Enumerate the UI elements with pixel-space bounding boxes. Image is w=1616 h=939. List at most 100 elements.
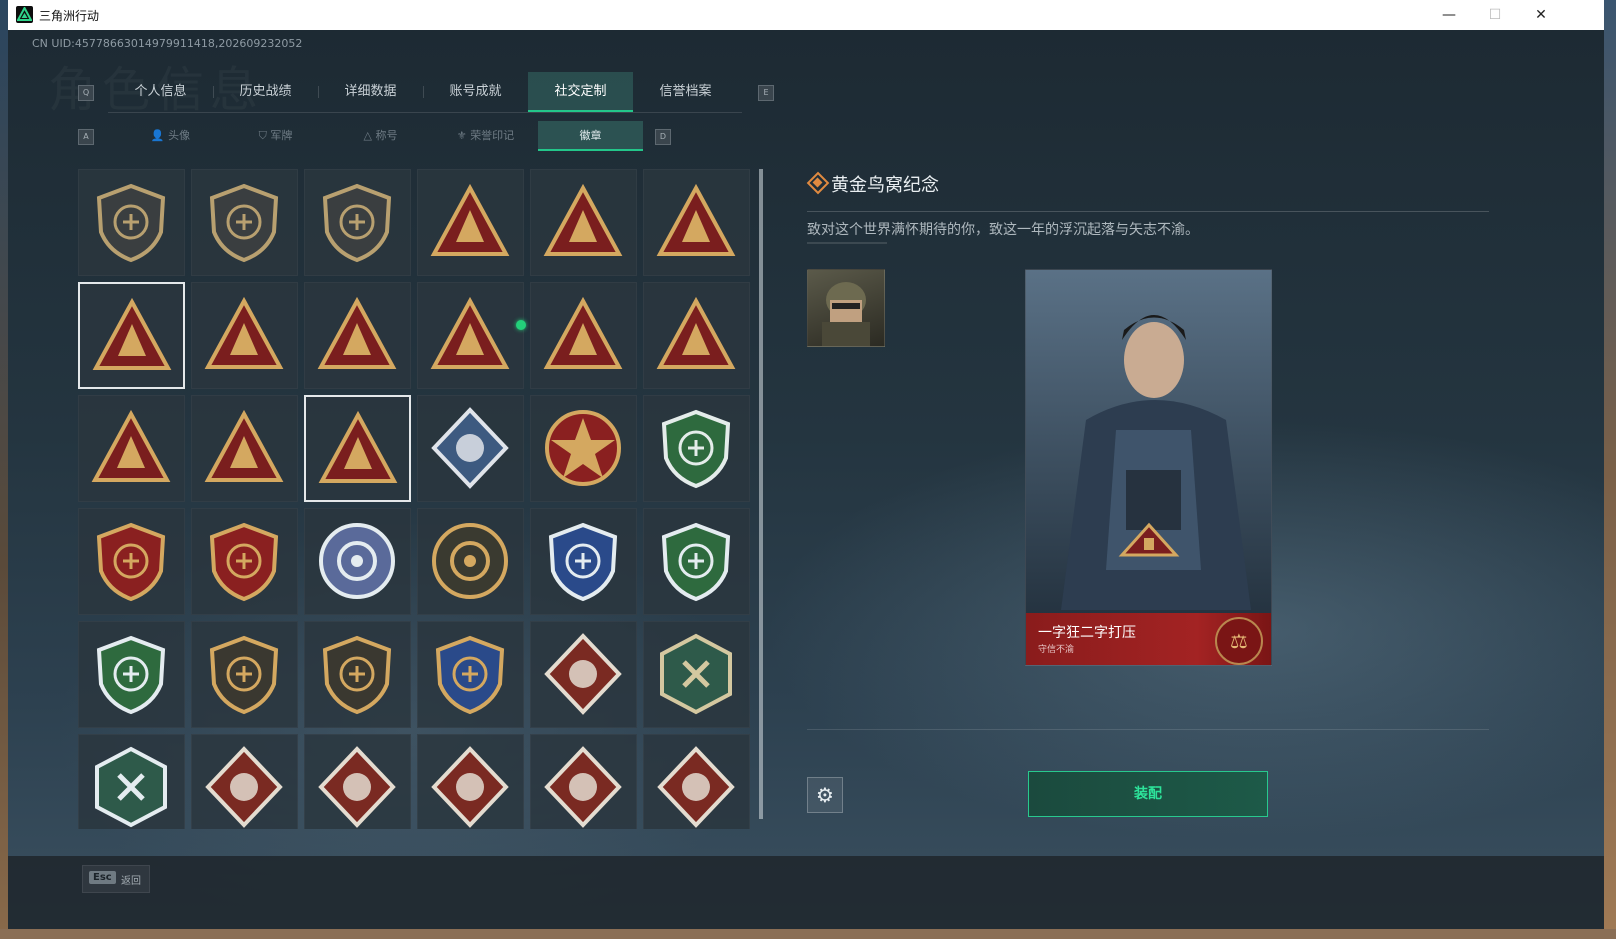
badge-slot[interactable]: [643, 282, 750, 389]
badge-slot[interactable]: [530, 395, 637, 502]
badge-triangle-icon: [204, 296, 284, 369]
badge-slot[interactable]: [78, 395, 185, 502]
badge-slot[interactable]: [417, 621, 524, 728]
player-uid: CN UID:45778663014979911418,202609232052: [32, 37, 303, 50]
main-tab-bar: 个人信息 历史战绩 详细数据 账号成就 社交定制 信誉档案: [108, 72, 742, 113]
badge-triangle-icon: [543, 296, 623, 369]
badge-slot[interactable]: [78, 734, 185, 829]
badge-slot[interactable]: [78, 508, 185, 615]
tab-achievements[interactable]: 账号成就: [423, 72, 528, 112]
subtab-next-key[interactable]: D: [655, 129, 671, 145]
subtab-label: 军牌: [270, 129, 293, 142]
tab-profile[interactable]: 个人信息: [108, 72, 213, 112]
badge-slot[interactable]: [530, 621, 637, 728]
badge-slot[interactable]: [417, 734, 524, 829]
badge-slot[interactable]: [417, 508, 524, 615]
badge-slot[interactable]: [191, 169, 298, 276]
badge-shield-icon: [96, 522, 166, 602]
badge-slot[interactable]: [530, 169, 637, 276]
badge-diamond-icon: [544, 746, 622, 828]
grid-scrollbar-thumb[interactable]: [759, 169, 763, 819]
subtab-dogtag[interactable]: ⛉ 军牌: [223, 121, 328, 151]
badge-triangle-icon: [92, 297, 172, 370]
subtab-honor[interactable]: ⚜ 荣誉印记: [433, 121, 538, 151]
gear-icon[interactable]: ⚙: [807, 777, 843, 813]
window-title: 三角洲行动: [39, 9, 100, 23]
subtab-label: 称号: [375, 129, 398, 142]
badge-triangle-icon: [317, 296, 397, 369]
badge-shield-icon: [548, 522, 618, 602]
badge-triangle-icon: [204, 409, 284, 482]
badge-slot[interactable]: [191, 395, 298, 502]
tab-prev-key[interactable]: Q: [78, 85, 94, 101]
card-banner: 一字狂二字打压 守信不渝 ⚖: [1026, 613, 1271, 665]
badge-slot[interactable]: [530, 282, 637, 389]
game-window: 三角洲行动 — ☐ ✕ 角色信息 CN UID:4577866301497991…: [8, 0, 1604, 929]
badge-slot[interactable]: [78, 169, 185, 276]
badge-slot[interactable]: [304, 508, 411, 615]
back-label: 返回: [121, 876, 141, 887]
badge-slot[interactable]: [304, 621, 411, 728]
badge-slot[interactable]: [530, 508, 637, 615]
badge-slot[interactable]: [643, 621, 750, 728]
operator-portrait-icon: [1026, 270, 1271, 665]
subtab-prev-key[interactable]: A: [78, 129, 94, 145]
badge-slot[interactable]: [417, 169, 524, 276]
subtab-badge[interactable]: 徽章: [538, 121, 643, 151]
badge-slot[interactable]: [417, 282, 524, 389]
badge-slot[interactable]: [530, 734, 637, 829]
badge-slot[interactable]: [643, 395, 750, 502]
honor-icon: ⚜: [456, 129, 467, 142]
equip-button[interactable]: 装配: [1028, 771, 1268, 817]
tab-next-key[interactable]: E: [758, 85, 774, 101]
badge-triangle-icon: [430, 296, 510, 369]
badge-shield-icon: [661, 409, 731, 489]
game-viewport: 角色信息 CN UID:45778663014979911418,2026092…: [8, 30, 1604, 929]
maximize-button[interactable]: ☐: [1472, 0, 1518, 30]
desktop-background-bottom: [0, 929, 1616, 939]
badge-slot[interactable]: [191, 734, 298, 829]
close-button[interactable]: ✕: [1518, 0, 1564, 30]
badge-diamond-icon: [431, 746, 509, 828]
badge-slot[interactable]: [191, 282, 298, 389]
badge-shield-icon: [209, 522, 279, 602]
person-icon: 👤: [150, 129, 165, 142]
card-title: 一字狂二字打压: [1038, 625, 1136, 641]
badge-slot[interactable]: [417, 395, 524, 502]
title-icon: △: [363, 129, 372, 142]
player-avatar[interactable]: [807, 269, 885, 347]
subtab-title[interactable]: △ 称号: [328, 121, 433, 151]
badge-slot[interactable]: [304, 169, 411, 276]
badge-shield-icon: [435, 635, 505, 715]
desktop-background-right: [1604, 0, 1616, 939]
badge-slot[interactable]: [78, 282, 185, 389]
subtab-avatar[interactable]: 👤 头像: [118, 121, 223, 151]
badge-shield-icon: [209, 635, 279, 715]
badge-triangle-icon: [656, 296, 736, 369]
tab-stats[interactable]: 详细数据: [318, 72, 423, 112]
badge-diamond-icon: [544, 633, 622, 715]
badge-shield-icon: [322, 183, 392, 263]
minimize-button[interactable]: —: [1426, 0, 1472, 30]
back-button[interactable]: Esc 返回: [82, 865, 150, 893]
bottom-bar: [8, 856, 1604, 929]
badge-diamond-icon: [431, 407, 509, 489]
desktop-background-left: [0, 0, 8, 939]
badge-triangle-icon: [543, 183, 623, 256]
badge-slot[interactable]: [643, 508, 750, 615]
badge-slot[interactable]: [304, 734, 411, 829]
badge-triangle-icon: [656, 183, 736, 256]
tab-social-custom[interactable]: 社交定制: [528, 72, 633, 112]
badge-slot[interactable]: [643, 734, 750, 829]
badge-slot[interactable]: [304, 395, 411, 502]
detail-bottom-divider: [807, 729, 1489, 730]
badge-slot[interactable]: [191, 508, 298, 615]
badge-slot[interactable]: [191, 621, 298, 728]
tab-credit-file[interactable]: 信誉档案: [633, 72, 738, 112]
badge-circle-icon: [319, 523, 395, 599]
badge-shield-icon: [322, 635, 392, 715]
tab-history[interactable]: 历史战绩: [213, 72, 318, 112]
badge-slot[interactable]: [643, 169, 750, 276]
badge-slot[interactable]: [304, 282, 411, 389]
badge-slot[interactable]: [78, 621, 185, 728]
